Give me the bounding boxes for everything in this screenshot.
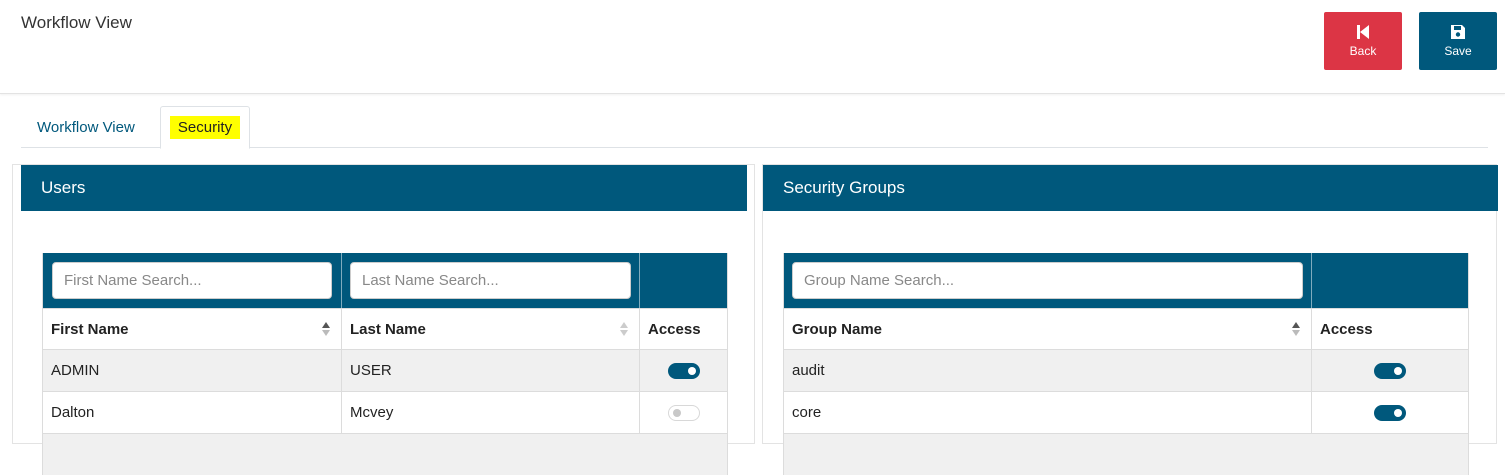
group-name-cell: audit [792, 362, 825, 379]
first-name-cell: ADMIN [51, 362, 100, 379]
tab-workflow-view[interactable]: Workflow View [21, 106, 151, 148]
table-row: Dalton Mcvey [43, 391, 727, 433]
last-name-header-label: Last Name [350, 320, 426, 338]
tab-security-label: Security [169, 116, 241, 139]
security-groups-panel-title: Security Groups [783, 178, 905, 197]
access-cell [1311, 392, 1468, 433]
first-name-search-input[interactable] [52, 262, 332, 299]
page-title: Workflow View [21, 13, 132, 32]
filter-divider [639, 253, 640, 308]
users-filter-row [43, 253, 727, 308]
table-row: core [784, 391, 1468, 433]
filter-divider [1311, 253, 1312, 308]
sort-asc-icon [322, 322, 330, 336]
access-toggle[interactable] [1374, 404, 1406, 421]
save-icon [1451, 25, 1465, 39]
tab-security[interactable]: Security [160, 106, 250, 149]
access-cell [639, 392, 727, 433]
users-grid: First Name Last Name Access ADMIN USER [42, 253, 728, 475]
table-row [43, 433, 727, 475]
users-header-row: First Name Last Name Access [43, 308, 727, 349]
access-column-header: Access [639, 309, 727, 349]
access-toggle[interactable] [1374, 362, 1406, 379]
users-panel-header: Users [21, 165, 747, 211]
access-toggle[interactable] [668, 362, 700, 379]
users-panel-title: Users [41, 178, 86, 197]
users-panel: Users First Name Last Name [12, 164, 755, 475]
last-name-search-input[interactable] [350, 262, 631, 299]
tab-workflow-view-label: Workflow View [37, 118, 135, 136]
first-name-cell: Dalton [51, 404, 95, 421]
back-button[interactable]: Back [1324, 12, 1402, 70]
first-name-column-header[interactable]: First Name [43, 309, 341, 349]
access-column-header: Access [1311, 309, 1468, 349]
last-name-cell: USER [341, 350, 639, 391]
last-name-cell: Mcvey [341, 392, 639, 433]
security-groups-panel-header: Security Groups [763, 165, 1498, 211]
table-row: ADMIN USER [43, 349, 727, 391]
group-name-column-header[interactable]: Group Name [784, 309, 1311, 349]
group-name-cell: core [792, 404, 822, 421]
save-label: Save [1444, 44, 1472, 58]
groups-filter-row [784, 253, 1468, 308]
access-header-label: Access [648, 320, 701, 338]
groups-grid: Group Name Access audit core [783, 253, 1469, 475]
access-cell [639, 350, 727, 391]
top-bar: Workflow View Back Save [0, 0, 1505, 94]
back-label: Back [1349, 44, 1377, 58]
sort-asc-icon [1292, 322, 1300, 336]
sort-icon [620, 322, 628, 336]
group-name-search-input[interactable] [792, 262, 1303, 299]
last-name-column-header[interactable]: Last Name [341, 309, 639, 349]
security-groups-panel: Security Groups Group Name Access audit [762, 164, 1498, 475]
step-backward-icon [1357, 25, 1369, 39]
table-row [784, 433, 1468, 475]
save-button[interactable]: Save [1419, 12, 1497, 70]
groups-header-row: Group Name Access [784, 308, 1468, 349]
group-name-header-label: Group Name [792, 320, 883, 338]
access-cell [1311, 350, 1468, 391]
filter-divider [341, 253, 342, 308]
tab-bar: Workflow View Security [21, 106, 1488, 149]
table-row: audit [784, 349, 1468, 391]
access-header-label: Access [1320, 320, 1373, 338]
first-name-header-label: First Name [51, 320, 129, 338]
access-toggle[interactable] [668, 404, 700, 421]
